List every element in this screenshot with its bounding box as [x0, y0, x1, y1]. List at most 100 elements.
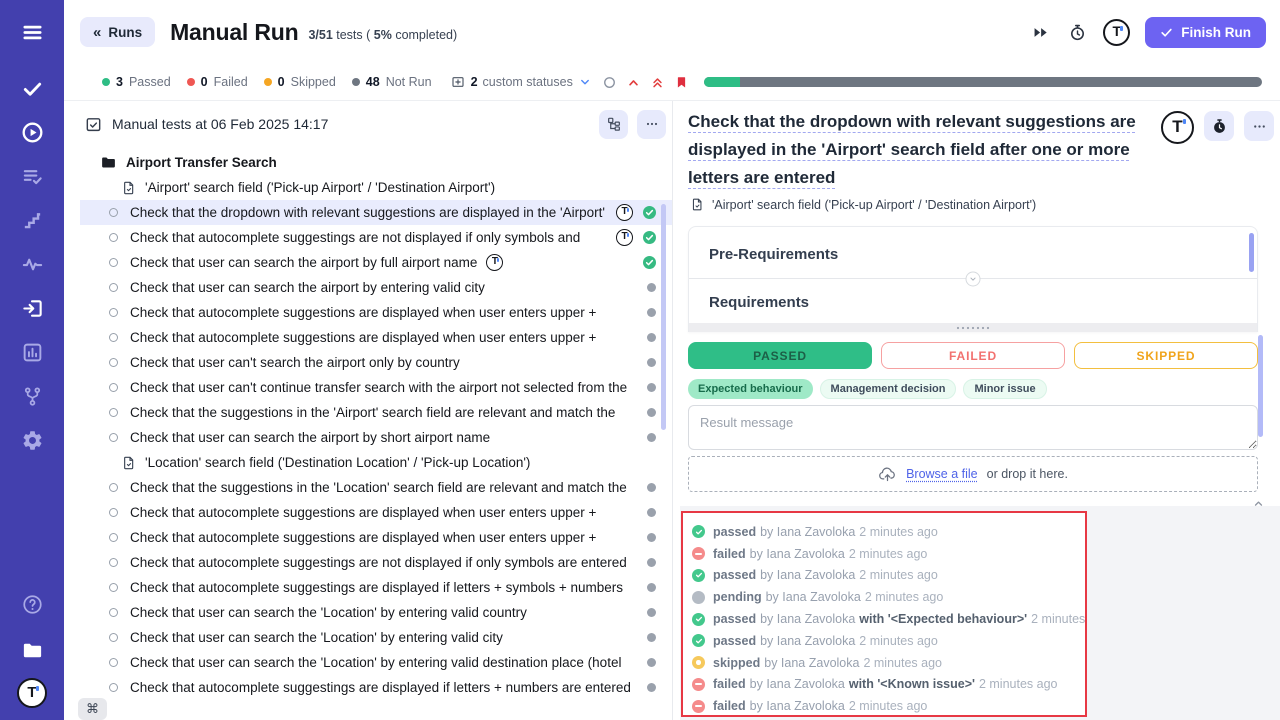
sidebar-item-check[interactable]: [10, 66, 54, 110]
collapse-toggle-icon[interactable]: [966, 271, 981, 286]
timer-button[interactable]: [1204, 111, 1234, 141]
tree-test-row[interactable]: Check that user can search the airport b…: [80, 425, 672, 450]
history-time: 2 minutes ago: [863, 656, 942, 670]
circle-status-icon[interactable]: [600, 72, 620, 92]
test-state-circle-icon: [109, 233, 118, 242]
tree-test-row[interactable]: Check that user can't search the airport…: [80, 350, 672, 375]
sidebar-brand-logo[interactable]: T: [17, 678, 47, 708]
tree-test-row[interactable]: Check that autocomplete suggestions are …: [80, 300, 672, 325]
result-tag[interactable]: Expected behaviour: [688, 379, 813, 399]
tree-item-label: 'Location' search field ('Destination Lo…: [145, 455, 530, 470]
finish-run-button[interactable]: Finish Run: [1145, 17, 1266, 48]
finish-run-label: Finish Run: [1181, 25, 1251, 40]
resize-handle[interactable]: [689, 323, 1257, 332]
history-actor: by Iana Zavoloka: [760, 634, 855, 648]
sidebar-item-list-check[interactable]: [10, 154, 54, 198]
history-entry: failedby Iana Zavoloka2 minutes ago: [692, 543, 1085, 565]
card-scrollbar[interactable]: [1249, 233, 1254, 272]
tree-suite-row[interactable]: 'Airport' search field ('Pick-up Airport…: [80, 175, 672, 200]
t-logo-icon[interactable]: T: [1161, 111, 1194, 144]
not-run-status-icon: [647, 433, 656, 442]
fast-forward-icon[interactable]: [1029, 21, 1051, 43]
sidebar-item-pulse[interactable]: [10, 242, 54, 286]
test-state-circle-icon: [109, 333, 118, 342]
passed-status-icon: [692, 525, 705, 538]
tree-test-row[interactable]: Check that user can search the 'Location…: [80, 650, 672, 675]
result-message-input[interactable]: [688, 405, 1258, 450]
detail-scrollbar[interactable]: [1258, 335, 1263, 437]
tree-test-row[interactable]: Check that autocomplete suggestions are …: [80, 325, 672, 350]
tree-view-button[interactable]: [599, 110, 628, 139]
steps-icon: [21, 209, 44, 232]
double-chevron-up-icon[interactable]: [648, 72, 668, 92]
help-icon: [21, 593, 44, 616]
top-bar-actions: T Finish Run: [1029, 17, 1266, 48]
keyboard-shortcut-button[interactable]: ⌘: [78, 698, 107, 720]
timer-icon[interactable]: [1066, 21, 1088, 43]
chevron-up-icon[interactable]: [624, 72, 644, 92]
tree-test-row[interactable]: Check that autocomplete suggestions are …: [80, 500, 672, 525]
more-options-button[interactable]: [637, 110, 666, 139]
passed-button[interactable]: PASSED: [688, 342, 872, 369]
tree-test-row[interactable]: Check that user can't continue transfer …: [80, 375, 672, 400]
ellipsis-icon: [1251, 118, 1268, 135]
tree-test-row[interactable]: Check that the suggestions in the 'Airpo…: [80, 400, 672, 425]
pending-status-icon: [692, 591, 705, 604]
tree-suite-row[interactable]: 'Location' search field ('Destination Lo…: [80, 450, 672, 475]
tree-item-label: Check that user can search the airport b…: [130, 430, 490, 445]
sidebar-item-help[interactable]: [10, 582, 54, 626]
tree-test-row[interactable]: Check that the suggestions in the 'Locat…: [80, 475, 672, 500]
browse-file-link[interactable]: Browse a file: [906, 467, 978, 481]
tree-test-row[interactable]: Check that autocomplete suggestions are …: [80, 525, 672, 550]
sidebar-item-gear[interactable]: [10, 418, 54, 462]
tree-test-row[interactable]: Check that user can search the 'Location…: [80, 625, 672, 650]
status-dot-icon: [187, 78, 195, 86]
test-state-circle-icon: [109, 358, 118, 367]
test-state-circle-icon: [109, 308, 118, 317]
tree-test-row[interactable]: Check that autocomplete suggestings are …: [80, 675, 672, 700]
history-entry: passedby Iana Zavoloka2 minutes ago: [692, 565, 1085, 587]
test-suite-breadcrumb[interactable]: 'Airport' search field ('Pick-up Airport…: [690, 197, 1036, 212]
tree-test-row[interactable]: Check that autocomplete suggestings are …: [80, 550, 672, 575]
tree-test-row[interactable]: Check that user can search the 'Location…: [80, 600, 672, 625]
history-status: skipped: [713, 656, 760, 670]
history-entry: skippedby Iana Zavoloka2 minutes ago: [692, 652, 1085, 674]
tree-test-row[interactable]: Check that autocomplete suggestings are …: [80, 225, 672, 250]
t-logo-icon[interactable]: T: [1103, 19, 1130, 46]
not-run-status-icon: [647, 483, 656, 492]
history-status: pending: [713, 590, 762, 604]
sidebar-item-import[interactable]: [10, 286, 54, 330]
test-title[interactable]: Check that the dropdown with relevant su…: [688, 108, 1161, 192]
tree-test-row[interactable]: Check that user can search the airport b…: [80, 250, 672, 275]
sidebar-item-folder[interactable]: [10, 628, 54, 672]
sidebar-item-steps[interactable]: [10, 198, 54, 242]
sidebar-item-branch[interactable]: [10, 374, 54, 418]
not-run-status-icon: [647, 608, 656, 617]
sidebar-item-bar-chart[interactable]: [10, 330, 54, 374]
test-list-scrollbar[interactable]: [661, 204, 666, 430]
tree-item-label: Check that autocomplete suggestings are …: [130, 580, 623, 595]
skipped-button[interactable]: SKIPPED: [1074, 342, 1258, 369]
not-run-status-icon: [647, 508, 656, 517]
tree-test-row[interactable]: Check that user can search the airport b…: [80, 275, 672, 300]
more-options-button[interactable]: [1244, 111, 1274, 141]
bookmark-icon[interactable]: [672, 72, 692, 92]
tree-folder-row[interactable]: Airport Transfer Search: [80, 150, 672, 175]
tree-view-icon: [606, 116, 622, 132]
tree-item-label: Check that user can search the airport b…: [130, 255, 477, 270]
tree-test-row[interactable]: Check that the dropdown with relevant su…: [80, 200, 672, 225]
history-entry: passedby Iana Zavoloka2 minutes ago: [692, 630, 1085, 652]
not-run-status-icon: [647, 683, 656, 692]
legend-count: 0: [278, 75, 285, 89]
sidebar-item-menu[interactable]: [10, 10, 54, 54]
result-tag[interactable]: Minor issue: [963, 379, 1046, 399]
custom-statuses-dropdown[interactable]: 2 custom statuses: [450, 74, 592, 90]
result-tag[interactable]: Management decision: [820, 379, 957, 399]
history-status: passed: [713, 612, 756, 626]
failed-button[interactable]: FAILED: [881, 342, 1065, 369]
tree-test-row[interactable]: Check that autocomplete suggestings are …: [80, 575, 672, 600]
file-dropzone[interactable]: Browse a file or drop it here.: [688, 456, 1258, 492]
runs-back-button[interactable]: « Runs: [80, 17, 155, 47]
test-state-circle-icon: [109, 658, 118, 667]
sidebar-item-play-circle[interactable]: [10, 110, 54, 154]
